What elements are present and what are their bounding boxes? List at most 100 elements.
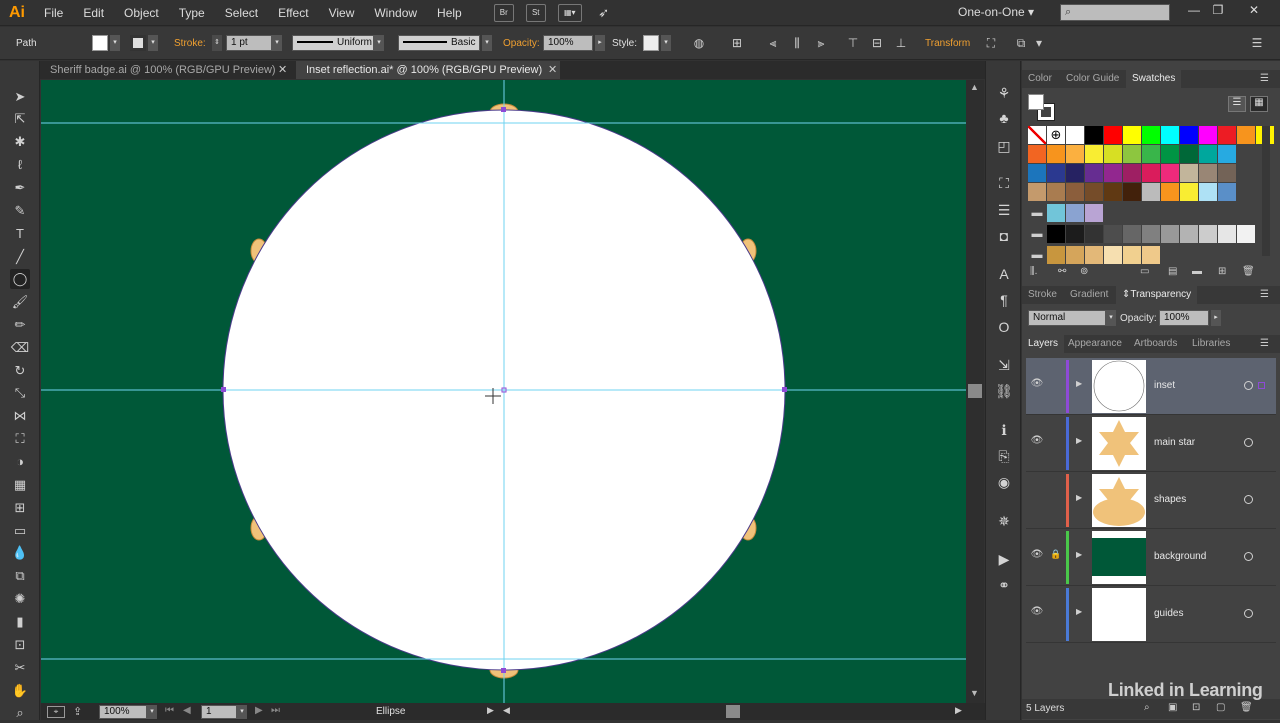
zoom-field[interactable]: 100% bbox=[99, 705, 147, 719]
first-artboard-icon[interactable]: ⏮ bbox=[165, 705, 174, 716]
ellipse-tool-icon[interactable]: ◯ bbox=[10, 269, 30, 289]
visibility-eye-icon[interactable] bbox=[1030, 492, 1044, 506]
workspace-switcher[interactable]: One-on-One ▾ bbox=[958, 5, 1034, 19]
layer-target-icon[interactable] bbox=[1244, 438, 1253, 447]
swatch[interactable] bbox=[1085, 183, 1103, 201]
swatch[interactable] bbox=[1142, 145, 1160, 163]
white-swatch[interactable] bbox=[1066, 126, 1084, 144]
menu-effect[interactable]: Effect bbox=[268, 0, 318, 26]
column-graph-tool-icon[interactable]: ▮ bbox=[10, 612, 30, 632]
panel-menu-icon[interactable]: ☰ bbox=[1260, 289, 1269, 300]
swatch[interactable] bbox=[1199, 225, 1217, 243]
lock-icon[interactable] bbox=[1050, 492, 1062, 506]
tab-libraries[interactable]: Libraries bbox=[1186, 335, 1236, 353]
opacity-arrow[interactable]: ▸ bbox=[595, 35, 605, 51]
gpu-performance-icon[interactable]: ➶ bbox=[594, 4, 614, 22]
selection-indicator[interactable] bbox=[1258, 382, 1265, 389]
scroll-left-icon[interactable]: ◀ bbox=[503, 705, 510, 716]
stroke-dropdown[interactable]: ▾ bbox=[148, 35, 158, 51]
swatch[interactable] bbox=[1028, 145, 1046, 163]
opentype-icon[interactable]: O bbox=[994, 317, 1014, 337]
swatch-kind-icon[interactable]: ⚯ bbox=[1058, 266, 1066, 277]
align-top-icon[interactable]: ⊤ bbox=[846, 36, 860, 50]
swatch[interactable] bbox=[1123, 246, 1141, 264]
minimize-icon[interactable]: — bbox=[1184, 3, 1204, 21]
swatch[interactable] bbox=[1218, 126, 1236, 144]
stroke-weight-field[interactable]: 1 pt bbox=[226, 35, 272, 51]
make-clipping-mask-icon[interactable]: ▣ bbox=[1168, 702, 1177, 713]
layer-row-guides[interactable]: 👁 ▶ guides bbox=[1026, 586, 1276, 643]
control-menu-icon[interactable]: ▾ bbox=[1032, 36, 1046, 50]
scale-tool-icon[interactable]: ⤡ bbox=[10, 383, 30, 403]
anchor-point-left[interactable] bbox=[221, 387, 226, 392]
fill-indicator[interactable] bbox=[1028, 94, 1044, 110]
swatch[interactable] bbox=[1047, 204, 1065, 222]
layer-name[interactable]: inset bbox=[1154, 380, 1175, 391]
symbol-sprayer-tool-icon[interactable]: ✺ bbox=[10, 589, 30, 609]
swatch[interactable] bbox=[1218, 145, 1236, 163]
tab-transparency[interactable]: ⇕Transparency bbox=[1116, 286, 1198, 304]
swatch[interactable] bbox=[1104, 145, 1122, 163]
swatch[interactable] bbox=[1142, 164, 1160, 182]
swatch[interactable] bbox=[1047, 225, 1065, 243]
layer-target-icon[interactable] bbox=[1244, 552, 1253, 561]
expand-arrow-icon[interactable]: ▶ bbox=[1076, 436, 1082, 445]
scroll-up-icon[interactable]: ▲ bbox=[970, 82, 979, 92]
share-icon[interactable]: ⇪ bbox=[73, 705, 82, 718]
new-layer-icon[interactable]: ▢ bbox=[1216, 702, 1225, 713]
opacity-field[interactable]: 100% bbox=[543, 35, 593, 51]
layer-row-inset[interactable]: 👁 ▶ inset bbox=[1026, 358, 1276, 415]
anchor-point-right[interactable] bbox=[782, 387, 787, 392]
doc-tab-close-icon[interactable]: ✕ bbox=[278, 63, 287, 76]
black-swatch[interactable] bbox=[1085, 126, 1103, 144]
tab-stroke[interactable]: Stroke bbox=[1022, 286, 1063, 304]
menu-edit[interactable]: Edit bbox=[73, 0, 114, 26]
new-sublayer-icon[interactable]: ⊡ bbox=[1192, 702, 1200, 713]
align-center-icon[interactable]: ⫼ bbox=[790, 36, 804, 50]
shape-builder-tool-icon[interactable]: ◑ bbox=[10, 452, 30, 472]
grid-view-icon[interactable]: ▦ bbox=[1250, 96, 1268, 112]
brushes-icon[interactable]: ⚘ bbox=[994, 83, 1014, 103]
doc-tab-inset-reflection[interactable]: Inset reflection.ai* @ 100% (RGB/GPU Pre… bbox=[296, 61, 560, 79]
lock-icon[interactable] bbox=[1050, 435, 1062, 449]
blend-mode-dropdown[interactable]: ▾ bbox=[1106, 310, 1116, 326]
hscroll-thumb[interactable] bbox=[726, 705, 740, 718]
swatch[interactable] bbox=[1218, 164, 1236, 182]
lock-icon[interactable] bbox=[1050, 606, 1062, 620]
color-group-folder-icon[interactable]: ▬ bbox=[1028, 225, 1046, 243]
swatch[interactable] bbox=[1199, 126, 1217, 144]
direct-selection-tool-icon[interactable]: ⇱ bbox=[10, 109, 30, 129]
fill-stroke-indicator[interactable] bbox=[1028, 94, 1055, 121]
layer-name[interactable]: background bbox=[1154, 551, 1206, 562]
swatch[interactable] bbox=[1123, 183, 1141, 201]
status-menu-icon[interactable]: ▶ bbox=[487, 705, 494, 716]
close-icon[interactable]: ✕ bbox=[1244, 3, 1264, 21]
menu-file[interactable]: File bbox=[34, 0, 73, 26]
swatch[interactable] bbox=[1066, 183, 1084, 201]
menu-object[interactable]: Object bbox=[114, 0, 169, 26]
paintbrush-tool-icon[interactable]: 🖌 bbox=[10, 292, 30, 312]
visibility-eye-icon[interactable]: 👁 bbox=[1030, 606, 1044, 620]
swatch[interactable] bbox=[1028, 164, 1046, 182]
doc-tab-close-icon[interactable]: ✕ bbox=[548, 63, 557, 76]
expand-arrow-icon[interactable]: ▶ bbox=[1076, 493, 1082, 502]
panel-menu-icon[interactable]: ☰ bbox=[1260, 73, 1269, 84]
delete-swatch-icon[interactable]: 🗑 bbox=[1242, 266, 1255, 277]
tab-swatches[interactable]: Swatches bbox=[1126, 70, 1182, 88]
visibility-eye-icon[interactable]: 👁 bbox=[1030, 378, 1044, 392]
line-tool-icon[interactable]: ╱ bbox=[10, 247, 30, 267]
new-folder-icon[interactable]: ▬ bbox=[1192, 266, 1202, 277]
align-to-icon[interactable]: ⊞ bbox=[730, 36, 744, 50]
swatch[interactable] bbox=[1142, 126, 1160, 144]
swatch[interactable] bbox=[1066, 204, 1084, 222]
swatch[interactable] bbox=[1066, 246, 1084, 264]
swatch[interactable] bbox=[1123, 225, 1141, 243]
swatch[interactable] bbox=[1085, 225, 1103, 243]
arrange-documents-icon[interactable]: ▦▾ bbox=[557, 3, 582, 22]
swatch[interactable] bbox=[1161, 145, 1179, 163]
shape-builder-icon[interactable]: ⧉ bbox=[1014, 36, 1028, 50]
pencil-tool-icon[interactable]: ✏ bbox=[10, 315, 30, 335]
tab-color-guide[interactable]: Color Guide bbox=[1060, 70, 1125, 88]
stroke-swatch[interactable] bbox=[130, 35, 146, 51]
rotate-tool-icon[interactable]: ↻ bbox=[10, 361, 30, 381]
